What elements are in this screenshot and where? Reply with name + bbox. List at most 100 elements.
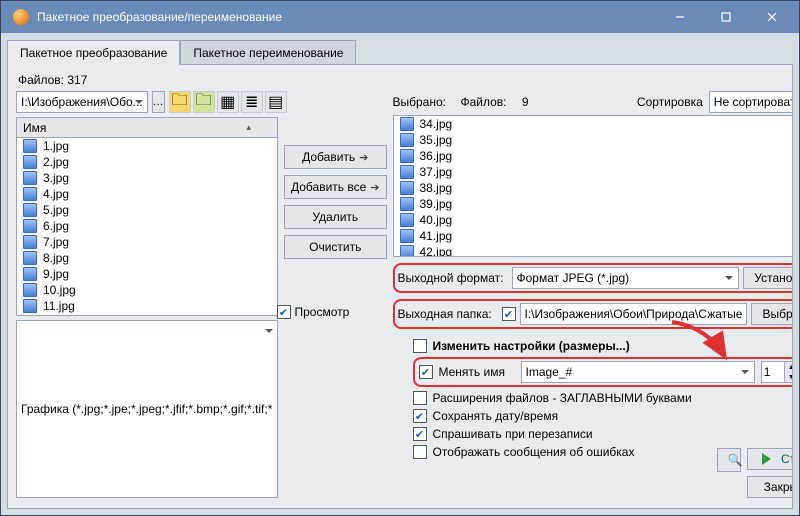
rename-start-spinner[interactable]: 1 ▲▼: [761, 361, 793, 383]
start-button[interactable]: Старт: [747, 448, 793, 470]
list-item[interactable]: 6.jpg: [17, 218, 277, 234]
show-errors-checkbox[interactable]: [413, 445, 427, 459]
source-file-list[interactable]: 1.jpg2.jpg3.jpg4.jpg5.jpg6.jpg7.jpg8.jpg…: [16, 137, 278, 316]
selected-file-list[interactable]: 34.jpg35.jpg36.jpg37.jpg38.jpg39.jpg40.j…: [393, 115, 794, 257]
format-settings-button[interactable]: Установки: [743, 267, 793, 289]
view-list-icon[interactable]: ≣: [241, 91, 263, 113]
image-file-icon: [400, 117, 414, 131]
image-file-icon: [400, 229, 414, 243]
image-file-icon: [23, 283, 37, 297]
list-item[interactable]: 3.jpg: [17, 170, 277, 186]
source-list-header[interactable]: Имя: [16, 117, 278, 137]
image-file-icon: [23, 235, 37, 249]
image-file-icon: [23, 187, 37, 201]
image-file-icon: [400, 165, 414, 179]
preview-checkbox[interactable]: [277, 305, 291, 319]
remove-button[interactable]: Удалить: [284, 205, 387, 229]
upper-ext-checkbox[interactable]: [413, 391, 427, 405]
list-item[interactable]: 12.jpg: [17, 314, 277, 316]
list-item[interactable]: 7.jpg: [17, 234, 277, 250]
rename-label: Менять имя: [439, 365, 515, 379]
list-item[interactable]: 1.jpg: [17, 138, 277, 154]
folder-tree-icon[interactable]: 🗀: [169, 91, 191, 113]
list-item[interactable]: 37.jpg: [394, 164, 794, 180]
source-path-up-button[interactable]: …: [152, 91, 165, 113]
image-file-icon: [23, 299, 37, 313]
list-item[interactable]: 35.jpg: [394, 132, 794, 148]
sort-label: Сортировка: [637, 95, 703, 109]
spin-up-icon[interactable]: ▲: [784, 362, 793, 372]
list-item[interactable]: 9.jpg: [17, 266, 277, 282]
list-item[interactable]: 42.jpg: [394, 244, 794, 257]
output-format-label: Выходной формат:: [398, 271, 508, 285]
maximize-button[interactable]: [703, 1, 749, 33]
tab-convert[interactable]: Пакетное преобразование: [7, 40, 180, 65]
upper-ext-label: Расширения файлов - ЗАГЛАВНЫМИ буквами: [433, 391, 692, 405]
sort-dropdown[interactable]: Не сортировать: [709, 91, 793, 113]
list-item[interactable]: 36.jpg: [394, 148, 794, 164]
preview-label: Просмотр: [295, 305, 350, 319]
list-item[interactable]: 2.jpg: [17, 154, 277, 170]
output-format-row: Выходной формат: Формат JPEG (*.jpg) Уст…: [393, 263, 794, 293]
list-item[interactable]: 4.jpg: [17, 186, 277, 202]
ask-overwrite-label: Спрашивать при перезаписи: [433, 427, 593, 441]
keep-date-label: Сохранять дату/время: [433, 409, 559, 423]
list-item[interactable]: 38.jpg: [394, 180, 794, 196]
tab-bar: Пакетное преобразование Пакетное переиме…: [1, 33, 799, 64]
source-path-combo[interactable]: I:\Изображения\Обо...: [16, 91, 148, 113]
selected-count: 9: [522, 95, 529, 109]
show-errors-label: Отображать сообщения об ошибках: [433, 445, 635, 459]
image-file-icon: [23, 219, 37, 233]
close-button[interactable]: [749, 1, 795, 33]
ask-overwrite-checkbox[interactable]: [413, 427, 427, 441]
keep-date-checkbox[interactable]: [413, 409, 427, 423]
selected-label: Выбрано:: [393, 95, 455, 109]
image-file-icon: [400, 245, 414, 257]
files-count-label: Файлов: 317: [18, 73, 784, 87]
browse-folder-button[interactable]: Выбрать: [751, 303, 793, 325]
use-output-folder-checkbox[interactable]: [502, 307, 516, 321]
tab-page-convert: Файлов: 317 I:\Изображения\Обо... … 🗀 🗀 …: [7, 64, 793, 509]
image-file-icon: [23, 267, 37, 281]
add-button[interactable]: Добавить: [284, 145, 387, 169]
selected-files-label: Файлов:: [461, 95, 507, 109]
list-item[interactable]: 40.jpg: [394, 212, 794, 228]
preview-checkbox-row: Просмотр: [277, 305, 350, 319]
view-toolbar: 🗀 🗀 ▦ ≣ ▤: [169, 91, 287, 113]
minimize-button[interactable]: [657, 1, 703, 33]
image-file-icon: [23, 155, 37, 169]
rename-checkbox[interactable]: [419, 365, 433, 379]
list-item[interactable]: 11.jpg: [17, 298, 277, 314]
folder-up-icon[interactable]: 🗀: [193, 91, 215, 113]
image-file-icon: [23, 139, 37, 153]
close-dialog-button[interactable]: Закрыть: [747, 476, 793, 498]
image-file-icon: [400, 149, 414, 163]
app-icon: [13, 9, 29, 25]
list-item[interactable]: 5.jpg: [17, 202, 277, 218]
list-item[interactable]: 34.jpg: [394, 116, 794, 132]
output-folder-row: Выходная папка: I:\Изображения\Обои\Прир…: [393, 299, 794, 329]
rename-pattern-input[interactable]: Image_#: [521, 361, 755, 383]
output-folder-input[interactable]: I:\Изображения\Обои\Природа\Сжатые: [520, 303, 748, 325]
action-buttons: 🔍 Старт Закрыть: [717, 448, 793, 498]
output-panel: Выбрано: Файлов: 9 Сортировка Не сортиро…: [393, 91, 794, 498]
resize-label: Изменить настройки (размеры...): [433, 339, 630, 353]
output-format-dropdown[interactable]: Формат JPEG (*.jpg): [512, 267, 740, 289]
image-file-icon: [23, 203, 37, 217]
list-item[interactable]: 8.jpg: [17, 250, 277, 266]
list-item[interactable]: 10.jpg: [17, 282, 277, 298]
image-file-icon: [23, 251, 37, 265]
spin-down-icon[interactable]: ▼: [784, 372, 793, 382]
output-folder-label: Выходная папка:: [398, 307, 498, 321]
image-file-icon: [23, 315, 37, 316]
preview-button[interactable]: 🔍: [717, 448, 741, 472]
list-item[interactable]: 41.jpg: [394, 228, 794, 244]
source-panel: I:\Изображения\Обо... … 🗀 🗀 ▦ ≣ ▤ Имя 1.…: [16, 91, 278, 498]
list-item[interactable]: 39.jpg: [394, 196, 794, 212]
tab-rename[interactable]: Пакетное переименование: [180, 40, 356, 65]
view-thumbs-icon[interactable]: ▦: [217, 91, 239, 113]
file-filter-combo[interactable]: Графика (*.jpg;*.jpe;*.jpeg;*.jfif;*.bmp…: [16, 320, 278, 499]
resize-checkbox[interactable]: [413, 339, 427, 353]
add-all-button[interactable]: Добавить все: [284, 175, 387, 199]
clear-button[interactable]: Очистить: [284, 235, 387, 259]
